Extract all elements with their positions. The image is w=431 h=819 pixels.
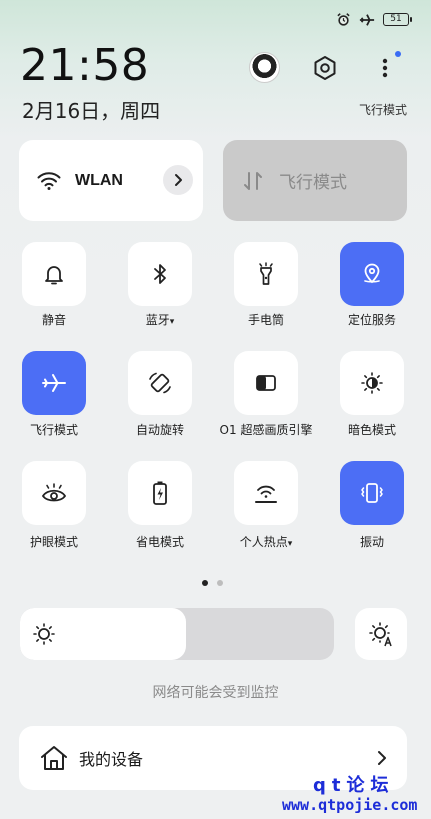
picture-engine-label: O1 超感画质引擎 bbox=[219, 423, 313, 437]
mute-label: 静音 bbox=[41, 313, 66, 327]
sun-icon bbox=[33, 623, 55, 645]
dark-mode-toggle[interactable] bbox=[340, 351, 404, 415]
power-saving-toggle[interactable] bbox=[128, 461, 192, 525]
chevron-right-icon bbox=[378, 751, 386, 765]
mute-toggle[interactable] bbox=[22, 242, 86, 306]
airplane-icon bbox=[359, 13, 375, 26]
bluetooth-label[interactable]: 蓝牙▾ bbox=[110, 312, 210, 330]
avatar[interactable] bbox=[249, 52, 280, 83]
rotate-icon bbox=[149, 372, 171, 394]
flashlight-label: 手电筒 bbox=[247, 313, 284, 327]
bluetooth-icon bbox=[154, 264, 166, 284]
network-monitor-notice[interactable]: 网络可能会受到监控 bbox=[0, 682, 431, 702]
flashlight-toggle[interactable] bbox=[234, 242, 298, 306]
chevron-right-icon bbox=[175, 174, 182, 186]
dark-mode-label: 暗色模式 bbox=[347, 423, 396, 437]
alarm-icon bbox=[337, 13, 350, 26]
picture-engine-toggle[interactable] bbox=[234, 351, 298, 415]
vibrate-toggle[interactable] bbox=[340, 461, 404, 525]
clock-date[interactable]: 2月16日，周四 bbox=[22, 95, 160, 124]
page-indicator-active[interactable] bbox=[202, 580, 208, 586]
wlan-tile[interactable]: WLAN bbox=[19, 140, 203, 221]
notification-dot bbox=[395, 51, 401, 57]
battery-saver-icon bbox=[153, 481, 167, 505]
settings-button[interactable] bbox=[311, 54, 339, 82]
mobile-data-label: 飞行模式 bbox=[279, 173, 347, 193]
eye-protection-label: 护眼模式 bbox=[29, 535, 78, 549]
airplane-icon bbox=[42, 374, 66, 392]
airplane-mode-label: 飞行模式 bbox=[29, 423, 78, 437]
watermark-title: qt论坛 bbox=[313, 775, 395, 796]
auto-brightness-button[interactable] bbox=[355, 608, 407, 660]
bluetooth-toggle[interactable] bbox=[128, 242, 192, 306]
wifi-icon bbox=[37, 171, 61, 190]
location-toggle[interactable] bbox=[340, 242, 404, 306]
airplane-mode-status: 飞行模式 bbox=[358, 103, 407, 117]
flashlight-icon bbox=[259, 262, 273, 285]
more-vertical-icon bbox=[382, 58, 388, 78]
page-indicator-inactive[interactable] bbox=[217, 580, 223, 586]
hotspot-icon bbox=[255, 485, 277, 503]
eye-icon bbox=[41, 483, 67, 502]
auto-brightness-icon bbox=[369, 622, 392, 647]
location-label: 定位服务 bbox=[347, 313, 396, 327]
brightness-slider[interactable] bbox=[20, 608, 334, 660]
data-arrows-icon bbox=[244, 171, 262, 190]
eye-protection-toggle[interactable] bbox=[22, 461, 86, 525]
hotspot-toggle[interactable] bbox=[234, 461, 298, 525]
mobile-data-tile[interactable]: 飞行模式 bbox=[223, 140, 407, 221]
hotspot-label[interactable]: 个人热点▾ bbox=[216, 534, 316, 552]
my-devices-label: 我的设备 bbox=[79, 750, 144, 769]
wlan-detail-button[interactable] bbox=[163, 165, 193, 195]
clock-time[interactable]: 21:58 bbox=[20, 40, 149, 91]
wlan-label: WLAN bbox=[75, 171, 123, 189]
bell-icon bbox=[45, 266, 63, 285]
airplane-mode-toggle[interactable] bbox=[22, 351, 86, 415]
power-saving-label: 省电模式 bbox=[135, 535, 184, 549]
vibrate-label: 振动 bbox=[359, 535, 384, 549]
display-icon bbox=[256, 375, 276, 391]
home-icon bbox=[41, 746, 67, 770]
chevron-down-icon: ▾ bbox=[287, 539, 293, 549]
more-options-button[interactable] bbox=[378, 54, 392, 82]
vibrate-icon bbox=[361, 483, 383, 503]
watermark-url: www.qtpojie.com bbox=[282, 796, 418, 814]
dark-mode-icon bbox=[361, 372, 383, 394]
hexagon-gear-icon bbox=[314, 56, 336, 80]
auto-rotate-label: 自动旋转 bbox=[135, 423, 184, 437]
battery-icon: 51 bbox=[383, 13, 412, 26]
chevron-down-icon: ▾ bbox=[169, 317, 175, 327]
status-bar: 51 bbox=[336, 12, 412, 27]
auto-rotate-toggle[interactable] bbox=[128, 351, 192, 415]
location-icon bbox=[364, 263, 380, 284]
